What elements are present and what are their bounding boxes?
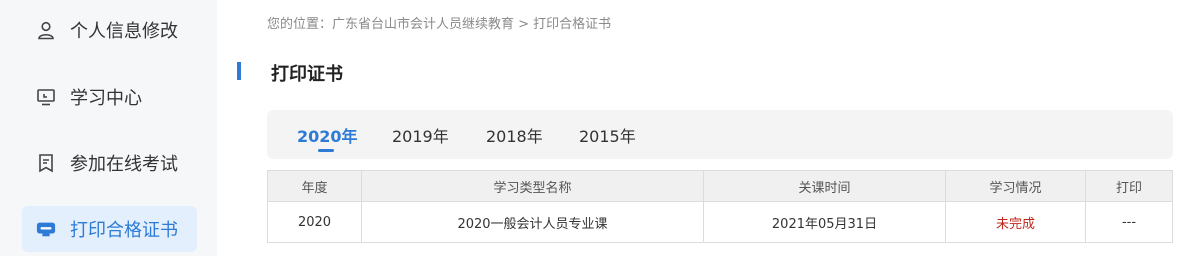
table-header-row: 年度 学习类型名称 关课时间 学习情况 打印 xyxy=(267,170,1173,202)
year-tabs: 2020年 2019年 2018年 2015年 xyxy=(267,110,1173,159)
active-tab-indicator xyxy=(318,149,334,152)
cell-close-time: 2021年05月31日 xyxy=(703,201,946,243)
page-title: 打印证书 xyxy=(271,64,343,85)
column-header-print: 打印 xyxy=(1085,170,1173,202)
monitor-icon xyxy=(36,87,56,107)
sidebar-item-online-exam[interactable]: 参加在线考试 xyxy=(22,140,197,186)
cell-print: --- xyxy=(1085,201,1173,243)
status-badge: 未完成 xyxy=(945,201,1086,243)
title-accent-bar xyxy=(237,62,241,80)
column-header-year: 年度 xyxy=(267,170,362,202)
sidebar-item-label: 参加在线考试 xyxy=(70,154,178,175)
sidebar: 个人信息修改 学习中心 参加在线考试 打印合格证书 xyxy=(0,0,217,256)
breadcrumb: 您的位置：广东省台山市会计人员继续教育 > 打印合格证书 xyxy=(267,17,612,32)
main-content: 您的位置：广东省台山市会计人员继续教育 > 打印合格证书 打印证书 2020年 … xyxy=(237,0,1191,256)
column-header-status: 学习情况 xyxy=(945,170,1086,202)
user-icon xyxy=(36,20,56,40)
exam-icon xyxy=(36,153,56,173)
column-header-type-name: 学习类型名称 xyxy=(361,170,704,202)
table-row: 2020 2020一般会计人员专业课 2021年05月31日 未完成 --- xyxy=(267,201,1173,243)
cell-type-name: 2020一般会计人员专业课 xyxy=(361,201,704,243)
column-header-close-time: 关课时间 xyxy=(703,170,946,202)
sidebar-item-label: 学习中心 xyxy=(70,88,142,109)
sidebar-item-profile[interactable]: 个人信息修改 xyxy=(22,7,197,53)
certificate-table: 年度 学习类型名称 关课时间 学习情况 打印 2020 2020一般会计人员专业… xyxy=(267,170,1173,243)
sidebar-item-label: 个人信息修改 xyxy=(70,21,178,42)
sidebar-item-study-center[interactable]: 学习中心 xyxy=(22,74,197,120)
cell-year: 2020 xyxy=(267,201,362,243)
sidebar-item-label: 打印合格证书 xyxy=(70,220,178,241)
tab-2018[interactable]: 2018年 xyxy=(486,123,543,147)
tab-2020[interactable]: 2020年 xyxy=(297,123,358,147)
certificate-icon xyxy=(36,219,56,239)
tab-2015[interactable]: 2015年 xyxy=(579,123,636,147)
tab-2019[interactable]: 2019年 xyxy=(392,123,449,147)
sidebar-item-print-certificate[interactable]: 打印合格证书 xyxy=(22,206,197,252)
